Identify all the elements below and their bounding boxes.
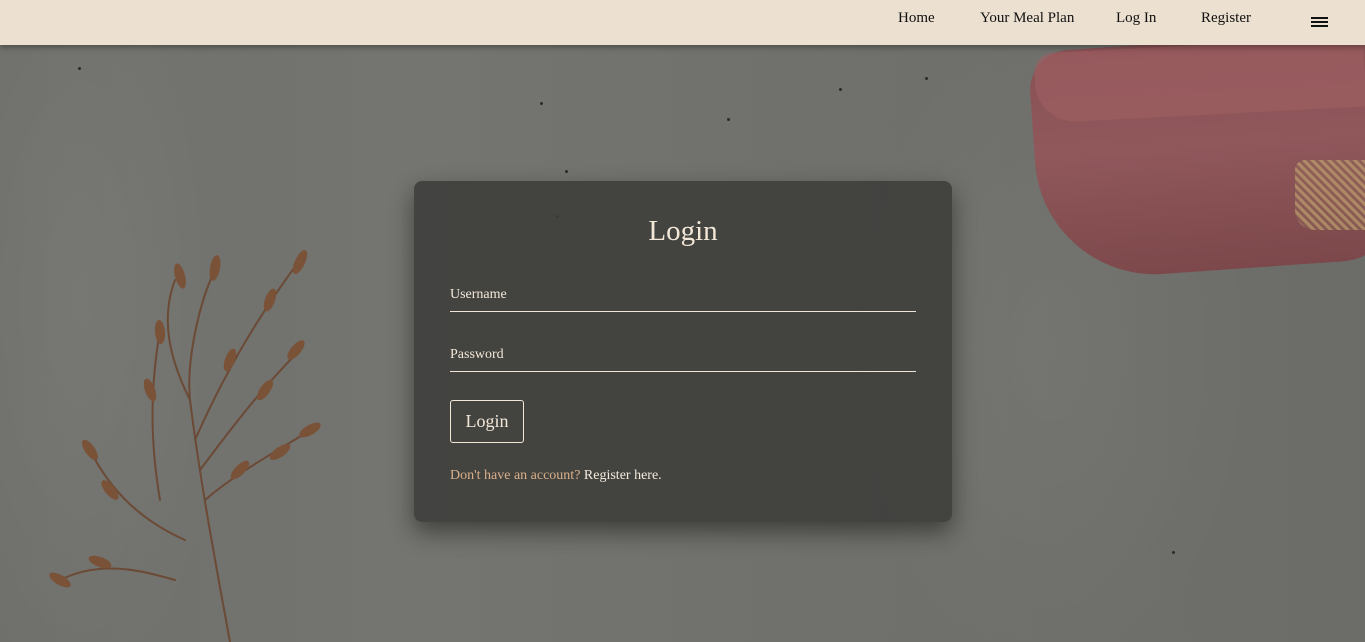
password-input[interactable] [450,338,916,371]
speck-decoration [839,88,842,91]
speck-decoration [1172,551,1175,554]
speck-decoration [540,102,543,105]
login-card: Login Login Don't have an account? Regis… [414,181,952,522]
speck-decoration [925,77,928,80]
speck-decoration [565,170,568,173]
username-input[interactable] [450,278,916,311]
nav-login-link[interactable]: Log In [1116,10,1156,27]
register-prompt: Don't have an account? Register here. [450,468,662,484]
speck-decoration [727,118,730,121]
username-field [450,278,916,312]
password-field [450,338,916,372]
login-title: Login [648,215,718,247]
nav-home-link[interactable]: Home [898,10,935,27]
top-navbar: Home Your Meal Plan Log In Register [0,0,1365,45]
speck-decoration [78,67,81,70]
gold-paint-decoration [1295,160,1365,230]
dried-plant-decoration [49,250,321,642]
register-prompt-text: Don't have an account? [450,468,581,483]
nav-meal-plan-link[interactable]: Your Meal Plan [980,10,1074,27]
register-here-link[interactable]: Register here. [584,468,662,483]
login-submit-button[interactable]: Login [450,400,524,443]
hamburger-menu-icon[interactable] [1311,15,1329,29]
nav-register-link[interactable]: Register [1201,10,1251,27]
